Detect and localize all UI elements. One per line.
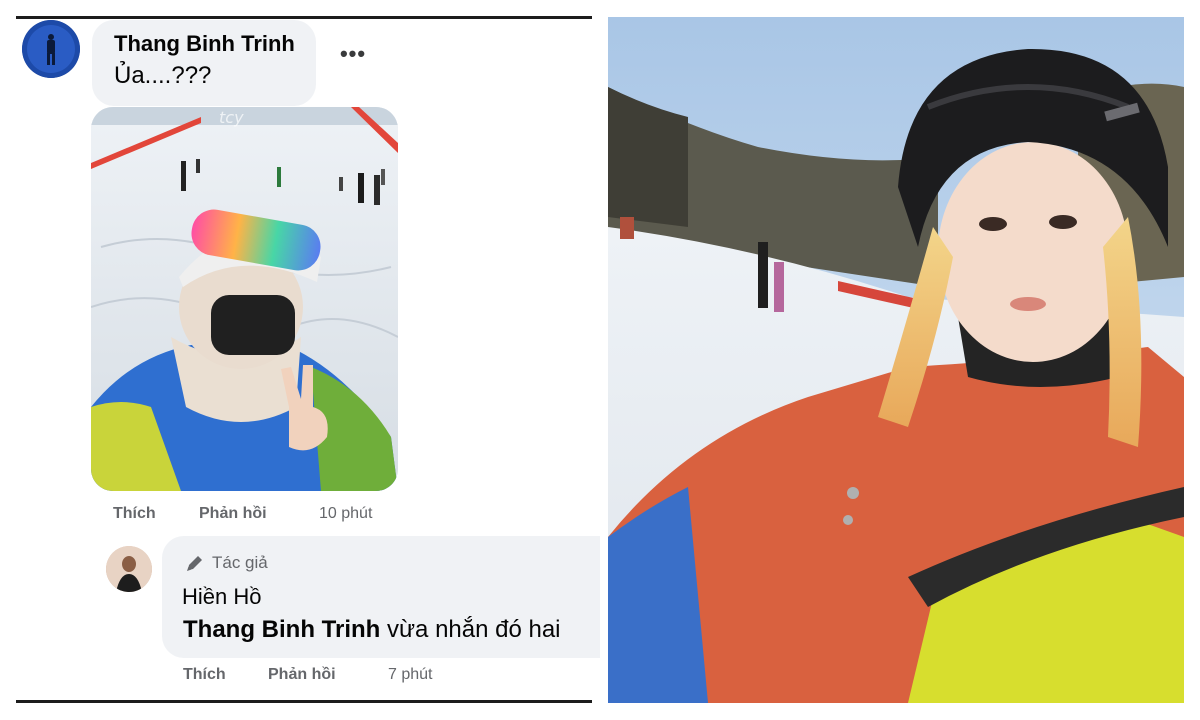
comment-thread-panel: Thang Binh Trinh Ủa....??? ••• tcy Thích… [0,0,600,720]
reply-reply-button[interactable]: Phản hồi [268,666,336,684]
comment-author-name[interactable]: Thang Binh Trinh [114,31,295,57]
more-options-icon[interactable]: ••• [338,43,368,65]
selfie-photo [608,17,1184,703]
comment-photo-attachment[interactable]: tcy [91,107,398,491]
mention-link[interactable]: Thang Binh Trinh [183,616,380,643]
replier-avatar[interactable] [106,546,152,592]
reply-like-button[interactable]: Thích [183,666,226,684]
reply-text: Thang Binh Trinh vừa nhắn đó hai [183,616,599,648]
reply-timestamp[interactable]: 7 phút [388,666,432,684]
reply-author-name[interactable]: Hiền Hồ [182,584,261,610]
bottom-divider [16,700,592,703]
comment-timestamp[interactable]: 10 phút [319,505,372,523]
comment-text: Ủa....??? [114,62,212,89]
pencil-icon [187,556,202,571]
reply-button[interactable]: Phản hồi [199,505,267,523]
author-badge: Tác giả [184,552,268,574]
author-badge-label: Tác giả [212,553,268,572]
top-divider [16,16,592,19]
like-button[interactable]: Thích [113,505,156,523]
commenter-avatar[interactable] [22,20,80,78]
reply-message: vừa nhắn đó hai [380,616,561,643]
photo-watermark: tcy [219,108,244,127]
